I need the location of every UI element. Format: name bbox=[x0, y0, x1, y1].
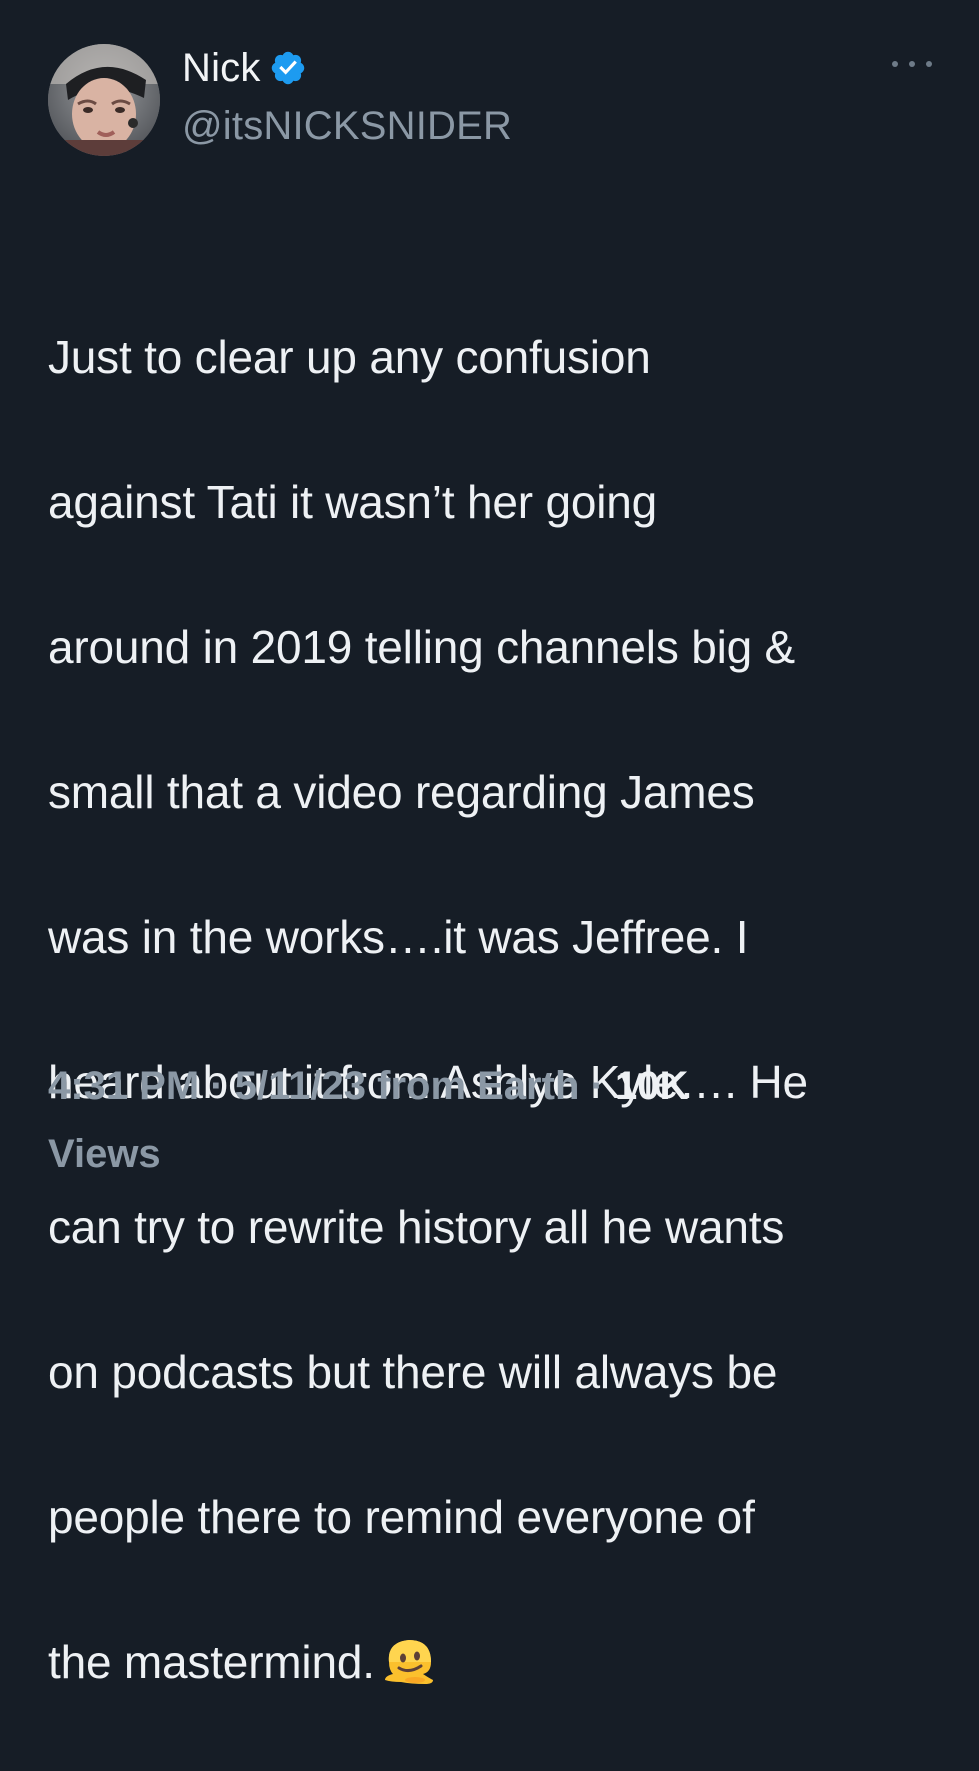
tweet-text-line: around in 2019 telling channels big & bbox=[48, 620, 796, 673]
tweet-text-line: people there to remind everyone of bbox=[48, 1490, 755, 1543]
meta-separator: · bbox=[590, 1064, 604, 1108]
author-handle[interactable]: @itsNICKSNIDER bbox=[182, 100, 512, 152]
tweet-text-line: small that a video regarding James bbox=[48, 765, 755, 818]
tweet-text-last-line: the mastermind. bbox=[48, 1626, 948, 1699]
more-dot bbox=[926, 61, 932, 67]
avatar-image bbox=[48, 44, 160, 156]
tweet-time[interactable]: 4:31 PM bbox=[48, 1064, 199, 1108]
tweet-text-line: Just to clear up any confusion bbox=[48, 330, 651, 383]
meta-separator: · bbox=[210, 1064, 224, 1108]
avatar[interactable] bbox=[48, 44, 160, 156]
tweet-source: from Earth bbox=[377, 1064, 580, 1108]
author-name-row[interactable]: Nick bbox=[182, 42, 307, 94]
tweet-text: Just to clear up any confusion against T… bbox=[48, 248, 948, 1771]
more-dot bbox=[892, 61, 898, 67]
tweet-date[interactable]: 5/11/23 bbox=[235, 1064, 366, 1108]
verified-badge-icon bbox=[269, 49, 307, 87]
more-options-icon[interactable] bbox=[892, 52, 932, 76]
tweet-text-line: on podcasts but there will always be bbox=[48, 1345, 778, 1398]
tweet-header: Nick @itsNICKSNIDER bbox=[48, 40, 938, 158]
tweet-meta: 4:31 PM · 5/11/23 from Earth · 10K Views bbox=[48, 1052, 948, 1188]
tweet-text-line: was in the works….it was Jeffree. I bbox=[48, 910, 749, 963]
tweet-meta-line-2: Views bbox=[48, 1120, 948, 1188]
tweet-meta-line-1: 4:31 PM · 5/11/23 from Earth · 10K bbox=[48, 1052, 948, 1120]
melting-face-emoji-icon bbox=[381, 1632, 437, 1688]
more-dot bbox=[909, 61, 915, 67]
tweet-card: Nick @itsNICKSNIDER Just to clear up any… bbox=[0, 0, 979, 1688]
views-count[interactable]: 10K bbox=[615, 1064, 688, 1108]
author-display-name[interactable]: Nick bbox=[182, 42, 261, 94]
tweet-text-line: the mastermind. bbox=[48, 1635, 375, 1688]
tweet-text-line: can try to rewrite history all he wants bbox=[48, 1200, 785, 1253]
views-label[interactable]: Views bbox=[48, 1132, 161, 1176]
tweet-text-line: against Tati it wasn’t her going bbox=[48, 475, 658, 528]
